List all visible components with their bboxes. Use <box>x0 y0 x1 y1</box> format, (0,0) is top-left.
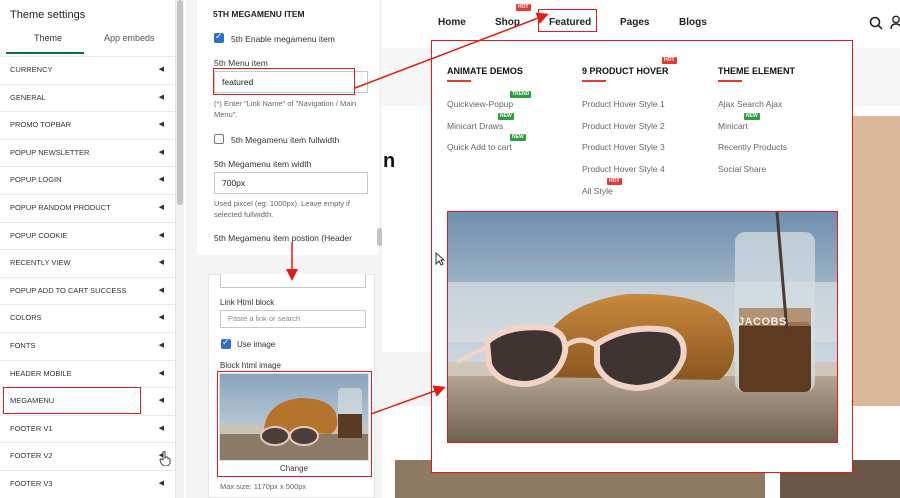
sidebar-item-label: CURRENCY <box>10 65 53 74</box>
position-select[interactable] <box>220 274 366 288</box>
search-icon[interactable] <box>869 16 883 30</box>
sidebar-item-popup-login[interactable]: POPUP LOGIN ◀ <box>0 166 176 194</box>
image-max-size: Max size: 1170px x 500px <box>220 482 307 491</box>
link-html-input[interactable]: Paste a link or search <box>220 310 366 328</box>
chevron-left-icon: ◀ <box>158 176 164 184</box>
sidebar-item-label: POPUP LOGIN <box>10 175 62 185</box>
use-image-checkbox[interactable] <box>221 337 231 349</box>
annotation-megamenu-box <box>3 387 141 414</box>
sidebar-item-fonts[interactable]: FONTS ◀ <box>0 331 176 360</box>
chevron-left-icon: ◀ <box>158 424 164 432</box>
chevron-left-icon: ◀ <box>158 341 164 349</box>
annotation-promo-image-box <box>447 211 838 443</box>
fullwidth-label: 5th Megamenu item fullwidth <box>231 135 340 145</box>
sidebar-item-label: FOOTER V3 <box>10 478 53 488</box>
sidebar-item-recently-view[interactable]: RECENTLY VIEW ◀ <box>0 249 176 277</box>
sidebar-item-label: FOOTER V2 <box>10 451 53 461</box>
nav-shop[interactable]: Shop <box>495 17 520 28</box>
sidebar-item-label: POPUP COOKIE <box>10 230 68 240</box>
sidebar-item-label: FONTS <box>10 340 36 350</box>
sidebar-item-popup-cookie[interactable]: POPUP COOKIE ◀ <box>0 221 176 250</box>
section-heading: 5th MEGAMENU ITEM <box>213 9 305 19</box>
sidebar-item-label: POPUP ADD TO CART SUCCESS <box>10 285 127 295</box>
chevron-left-icon: ◀ <box>158 231 164 239</box>
hero-text-fragment: n <box>383 150 396 172</box>
nav-home[interactable]: Home <box>438 17 466 28</box>
width-input[interactable]: 700px <box>214 172 368 194</box>
width-help: Used pixcel (eg: 1000px). Leave empty if… <box>214 199 350 219</box>
chevron-left-icon: ◀ <box>158 397 164 405</box>
chevron-left-icon: ◀ <box>158 121 164 129</box>
sidebar-tabs: Theme App embeds <box>0 30 176 56</box>
hand-cursor-icon <box>159 451 171 466</box>
tab-theme[interactable]: Theme <box>34 33 62 43</box>
annotation-image-box <box>217 371 372 477</box>
tab-app-embeds[interactable]: App embeds <box>104 33 155 43</box>
fullwidth-checkbox[interactable] <box>214 134 224 144</box>
width-label: 5th Megamenu item width <box>214 159 312 169</box>
nav-blogs[interactable]: Blogs <box>679 17 707 28</box>
chevron-left-icon: ◀ <box>158 66 164 73</box>
sidebar-item-footer-v2[interactable]: FOOTER V2 ◀ <box>0 442 176 470</box>
sidebar-title: Theme settings <box>10 9 86 21</box>
chevron-left-icon: ◀ <box>158 259 164 267</box>
sidebar-item-label: PROMO TOPBAR <box>10 120 71 130</box>
sidebar-item-footer-v3[interactable]: FOOTER V3 ◀ <box>0 469 176 498</box>
chevron-left-icon: ◀ <box>158 369 164 377</box>
active-tab-indicator <box>6 52 84 54</box>
annotation-featured-box <box>538 9 597 32</box>
chevron-left-icon: ◀ <box>158 286 164 294</box>
enable-megamenu-label: 5th Enable megamenu item <box>231 34 335 44</box>
hero-bottom <box>382 352 432 406</box>
hero-left <box>382 106 432 352</box>
settings-section-list: CURRENCY ◀ GENERAL ◀ PROMO TOPBAR ◀ POPUP N… <box>0 56 176 498</box>
enable-megamenu-checkbox[interactable] <box>214 31 224 43</box>
mouse-pointer-icon <box>435 252 445 266</box>
hero-right-image <box>852 116 900 406</box>
chevron-left-icon: ◀ <box>158 479 164 487</box>
sidebar-item-label: HEADER MOBILE <box>10 368 72 378</box>
nav-pages[interactable]: Pages <box>620 17 649 28</box>
sidebar-item-popup-random-product[interactable]: POPUP RANDOM PRODUCT ◀ <box>0 193 176 222</box>
menu-item-help: (*) Enter "Link Name" of "Navigation / M… <box>214 99 357 119</box>
sidebar-item-label: RECENTLY VIEW <box>10 258 71 268</box>
sidebar-item-colors[interactable]: COLORS ◀ <box>0 304 176 332</box>
chevron-left-icon: ◀ <box>158 148 164 156</box>
sidebar-item-popup-newsletter[interactable]: POPUP NEWSLETTER ◀ <box>0 138 176 167</box>
use-image-label: Use image <box>237 340 276 349</box>
position-label: 5th Megamenu item postion (Header <box>214 233 352 243</box>
chevron-left-icon: ◀ <box>158 93 164 101</box>
nav-shop-badge: HOT <box>516 4 531 11</box>
annotation-menu-item-box <box>213 68 355 95</box>
sidebar-item-promo-topbar[interactable]: PROMO TOPBAR ◀ <box>0 111 176 139</box>
sidebar-scrollbar-thumb[interactable] <box>177 0 183 205</box>
sidebar-item-footer-v1[interactable]: FOOTER V1 ◀ <box>0 414 176 443</box>
sidebar-item-label: FOOTER V1 <box>10 423 53 433</box>
sidebar-item-label: GENERAL <box>10 92 46 102</box>
menu-item-label: 5th Menu item <box>214 58 268 68</box>
sidebar-item-popup-add-to-cart[interactable]: POPUP ADD TO CART SUCCESS ◀ <box>0 276 176 305</box>
theme-settings-sidebar: Theme settings Theme App embeds CURRENCY… <box>0 0 176 498</box>
link-html-label: Link Html block <box>220 298 275 307</box>
chevron-left-icon: ◀ <box>158 314 164 322</box>
sidebar-item-label: COLORS <box>10 313 42 323</box>
sidebar-item-label: POPUP RANDOM PRODUCT <box>10 202 111 212</box>
block-image-label: Block html image <box>220 361 281 370</box>
sidebar-item-general[interactable]: GENERAL ◀ <box>0 83 176 112</box>
sidebar-item-label: POPUP NEWSLETTER <box>10 147 90 157</box>
sidebar-item-header-mobile[interactable]: HEADER MOBILE ◀ <box>0 359 176 388</box>
user-icon[interactable] <box>890 15 900 30</box>
chevron-left-icon: ◀ <box>158 203 164 211</box>
sidebar-item-currency[interactable]: CURRENCY ◀ <box>0 56 176 84</box>
